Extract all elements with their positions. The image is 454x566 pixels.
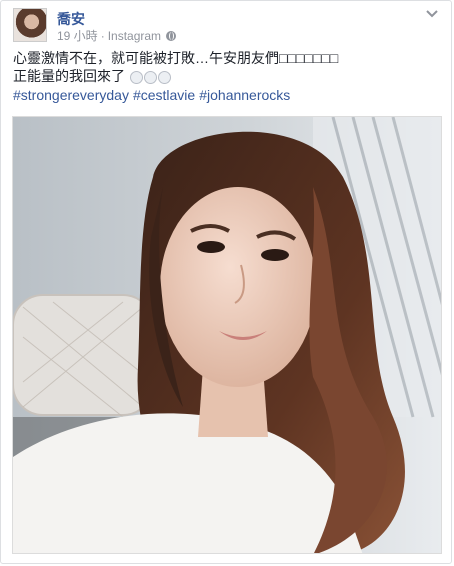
post-time[interactable]: 19 小時 [57, 27, 98, 44]
author-name[interactable]: 喬安 [57, 9, 85, 29]
photo-illustration [13, 117, 441, 553]
chevron-down-icon[interactable] [425, 8, 439, 20]
post-header: 喬安 19 小時 · Instagram [13, 8, 439, 44]
hashtag-link[interactable]: #johannerocks [199, 87, 290, 103]
globe-icon [166, 30, 177, 41]
post-text-line-1: 心靈激情不在，就可能被打敗…午安朋友們□□□□□□□ [13, 49, 439, 67]
post-text-line-2-text: 正能量的我回來了 [13, 68, 125, 84]
post-photo[interactable] [12, 116, 442, 554]
post-text-line-2: 正能量的我回來了 [13, 67, 439, 85]
author-avatar[interactable] [13, 8, 47, 42]
ghost-emoji-icon [143, 70, 157, 84]
post-text: 心靈激情不在，就可能被打敗…午安朋友們□□□□□□□ 正能量的我回來了 #str… [13, 49, 439, 104]
post-text-tail: □□□□□□□ [279, 50, 339, 66]
hashtag-link[interactable]: #strongereveryday [13, 87, 129, 103]
facebook-post: 喬安 19 小時 · Instagram 心靈激情不在，就可能被打敗…午安朋友們… [0, 0, 452, 564]
post-source[interactable]: Instagram [108, 29, 161, 43]
meta-separator: · [100, 28, 105, 43]
post-text-main: 心靈激情不在，就可能被打敗…午安朋友們 [13, 50, 279, 66]
ghost-emoji-icon [157, 70, 171, 84]
ghost-emoji-icon [129, 70, 143, 84]
hashtag-list: #strongereveryday #cestlavie #johannerocks [13, 86, 439, 104]
hashtag-link[interactable]: #cestlavie [133, 87, 195, 103]
post-meta: 19 小時 · Instagram [57, 27, 177, 44]
